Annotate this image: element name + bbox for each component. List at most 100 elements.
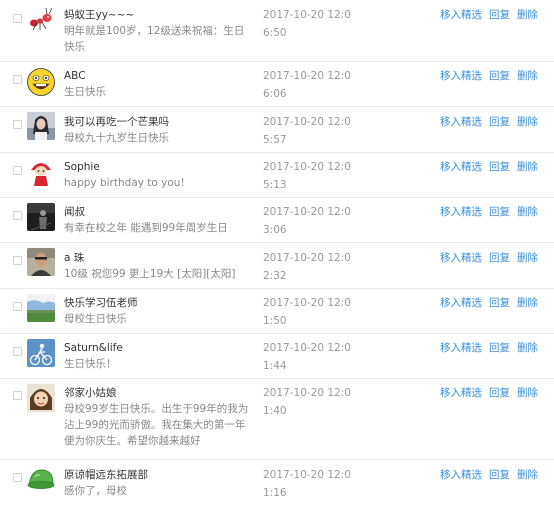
comment-text: 生日快乐: [64, 86, 106, 98]
username[interactable]: ABC: [64, 68, 254, 84]
comment-text: happy birthday to you!: [64, 177, 185, 189]
comment-row: 邻家小姑娘 母校99岁生日快乐。出生于99年的我为沾上99的光而骄傲。我在集大的…: [0, 379, 554, 460]
feature-button[interactable]: 移入精选: [440, 252, 482, 264]
feature-button[interactable]: 移入精选: [440, 387, 482, 399]
person-photo-icon[interactable]: [27, 248, 55, 276]
select-checkbox[interactable]: [13, 302, 22, 311]
username[interactable]: 原谅帽远东拓展部: [64, 467, 254, 483]
timestamp: 2017-10-20 12:02:32: [263, 252, 351, 282]
row-actions: 移入精选 回复 删除: [440, 250, 538, 265]
timestamp: 2017-10-20 12:01:16: [263, 469, 351, 499]
timestamp: 2017-10-20 12:01:40: [263, 387, 351, 417]
comment-text: 10级 祝您99 更上19大 [太阳][太阳]: [64, 268, 236, 280]
select-checkbox[interactable]: [13, 166, 22, 175]
feature-button[interactable]: 移入精选: [440, 116, 482, 128]
delete-button[interactable]: 删除: [517, 342, 538, 354]
delete-button[interactable]: 删除: [517, 70, 538, 82]
row-actions: 移入精选 回复 删除: [440, 68, 538, 83]
comment-row: Sophie happy birthday to you! 2017-10-20…: [0, 153, 554, 198]
reply-button[interactable]: 回复: [489, 469, 510, 481]
feature-button[interactable]: 移入精选: [440, 161, 482, 173]
delete-button[interactable]: 删除: [517, 9, 538, 21]
username[interactable]: 我可以再吃一个芒果吗: [64, 114, 254, 130]
cyclist-icon[interactable]: [27, 339, 55, 367]
username[interactable]: 蚂蚁王yy~~~: [64, 7, 254, 23]
green-hat-icon[interactable]: [27, 465, 55, 493]
reply-button[interactable]: 回复: [489, 70, 510, 82]
select-checkbox[interactable]: [13, 211, 22, 220]
row-actions: 移入精选 回复 删除: [440, 7, 538, 22]
username[interactable]: 闻叔: [64, 204, 254, 220]
comment-row: 快乐学习伍老师 母校生日快乐 2017-10-20 12:01:50 移入精选回…: [0, 289, 554, 334]
feature-button[interactable]: 移入精选: [440, 297, 482, 309]
timestamp: 2017-10-20 12:06:50: [263, 9, 351, 39]
feature-button[interactable]: 移入精选: [440, 206, 482, 218]
dark-figure-icon[interactable]: [27, 203, 55, 231]
landscape-icon[interactable]: [27, 294, 55, 322]
row-actions: 移入精选 回复 删除: [440, 340, 538, 355]
comment-list: 蚂蚁王yy~~~ 明年就是100岁，12级送来祝福：生日快乐 2017-10-2…: [0, 0, 554, 506]
comment-text: 母校99岁生日快乐。出生于99年的我为沾上99的光而骄傲。我在集大的第一年便为你…: [64, 403, 249, 447]
delete-button[interactable]: 删除: [517, 116, 538, 128]
feature-button[interactable]: 移入精选: [440, 70, 482, 82]
username[interactable]: Sophie: [64, 159, 254, 175]
row-actions: 移入精选 回复 删除: [440, 204, 538, 219]
row-actions: 移入精选 回复 删除: [440, 295, 538, 310]
row-actions: 移入精选 回复 删除: [440, 385, 538, 400]
reply-button[interactable]: 回复: [489, 116, 510, 128]
comment-row: 我可以再吃一个芒果吗 母校九十九岁生日快乐 2017-10-20 12:05:5…: [0, 107, 554, 153]
reply-button[interactable]: 回复: [489, 161, 510, 173]
timestamp: 2017-10-20 12:01:50: [263, 297, 351, 327]
timestamp: 2017-10-20 12:03:06: [263, 206, 351, 236]
select-checkbox[interactable]: [13, 120, 22, 129]
reply-button[interactable]: 回复: [489, 342, 510, 354]
comment-row: 闻叔 有幸在校之年 能遇到99年周岁生日 2017-10-20 12:03:06…: [0, 198, 554, 243]
feature-button[interactable]: 移入精选: [440, 342, 482, 354]
reply-button[interactable]: 回复: [489, 387, 510, 399]
comment-text: 母校九十九岁生日快乐: [64, 132, 169, 144]
reply-button[interactable]: 回复: [489, 252, 510, 264]
delete-button[interactable]: 删除: [517, 387, 538, 399]
timestamp: 2017-10-20 12:05:13: [263, 161, 351, 191]
comment-text: 有幸在校之年 能遇到99年周岁生日: [64, 222, 228, 234]
username[interactable]: Saturn&life: [64, 340, 254, 356]
reply-button[interactable]: 回复: [489, 297, 510, 309]
comment-text: 生日快乐！: [64, 358, 117, 370]
comment-row: Saturn&life 生日快乐！ 2017-10-20 12:01:44 移入…: [0, 334, 554, 379]
feature-button[interactable]: 移入精选: [440, 469, 482, 481]
delete-button[interactable]: 删除: [517, 252, 538, 264]
red-hat-girl-icon[interactable]: [27, 158, 55, 186]
comment-text: 母校生日快乐: [64, 313, 127, 325]
comment-row: ABC 生日快乐 2017-10-20 12:06:06 移入精选 回复 删除: [0, 62, 554, 107]
delete-button[interactable]: 删除: [517, 469, 538, 481]
comment-text: 明年就是100岁，12级送来祝福：生日快乐: [64, 25, 245, 53]
timestamp: 2017-10-20 12:06:06: [263, 70, 351, 100]
select-checkbox[interactable]: [13, 256, 22, 265]
comment-row: a 珠 10级 祝您99 更上19大 [太阳][太阳] 2017-10-20 1…: [0, 243, 554, 289]
delete-button[interactable]: 删除: [517, 161, 538, 173]
select-checkbox[interactable]: [13, 473, 22, 482]
select-checkbox[interactable]: [13, 14, 22, 23]
reply-button[interactable]: 回复: [489, 206, 510, 218]
select-checkbox[interactable]: [13, 75, 22, 84]
laughing-face-icon[interactable]: [27, 68, 55, 96]
timestamp: 2017-10-20 12:01:44: [263, 342, 351, 372]
username[interactable]: 邻家小姑娘: [64, 385, 254, 401]
comment-text: 感你了，母校: [64, 485, 127, 497]
girl-portrait-icon[interactable]: [27, 112, 55, 140]
comment-row: 蚂蚁王yy~~~ 明年就是100岁，12级送来祝福：生日快乐 2017-10-2…: [0, 0, 554, 62]
feature-button[interactable]: 移入精选: [440, 9, 482, 21]
select-checkbox[interactable]: [13, 347, 22, 356]
ant-icon[interactable]: [27, 5, 55, 33]
username[interactable]: 快乐学习伍老师: [64, 295, 254, 311]
cartoon-girl-icon[interactable]: [27, 384, 55, 412]
row-actions: 移入精选 回复 删除: [440, 467, 538, 482]
select-checkbox[interactable]: [13, 391, 22, 400]
row-actions: 移入精选 回复 删除: [440, 114, 538, 129]
timestamp: 2017-10-20 12:05:57: [263, 116, 351, 146]
delete-button[interactable]: 删除: [517, 206, 538, 218]
reply-button[interactable]: 回复: [489, 9, 510, 21]
comment-row: 原谅帽远东拓展部 感你了，母校 2017-10-20 12:01:16 移入精选…: [0, 460, 554, 506]
delete-button[interactable]: 删除: [517, 297, 538, 309]
username[interactable]: a 珠: [64, 250, 254, 266]
